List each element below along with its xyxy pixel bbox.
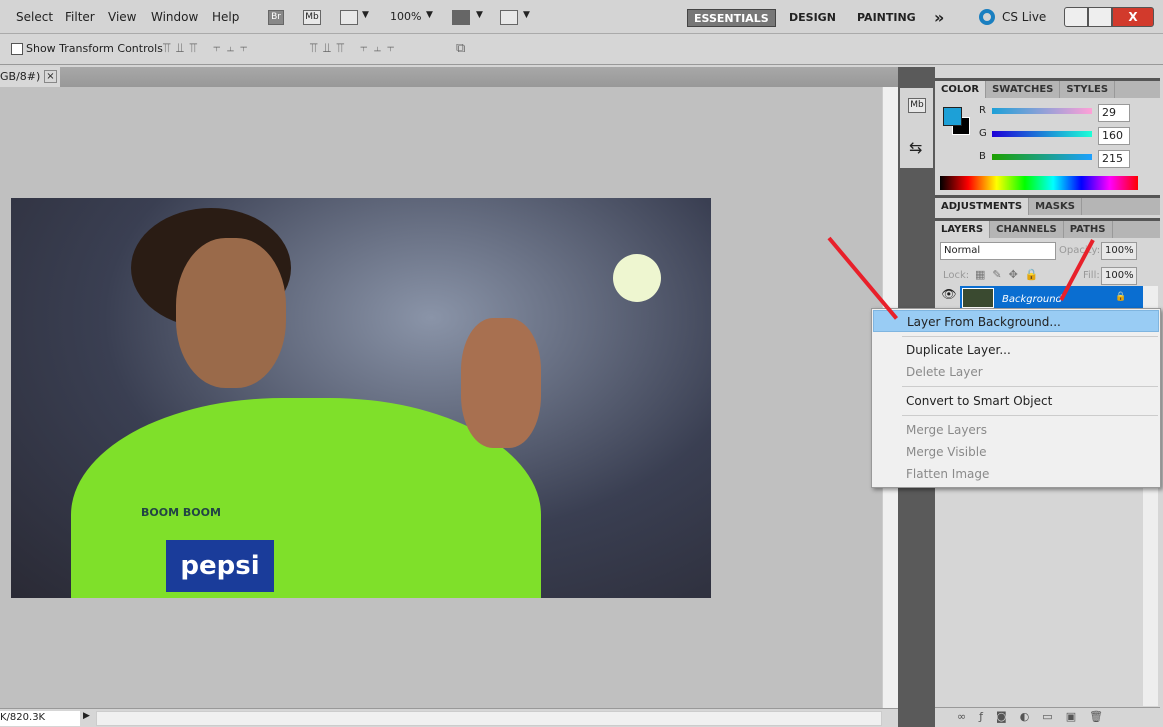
tab-color[interactable]: COLOR <box>935 81 987 98</box>
menu-view[interactable]: View <box>108 10 136 24</box>
r-slider[interactable] <box>992 108 1092 114</box>
context-menu: Layer From Background... Duplicate Layer… <box>871 308 1161 488</box>
menu-window[interactable]: Window <box>151 10 198 24</box>
chevron-down-icon[interactable]: ▼ <box>362 10 369 20</box>
foreground-color-swatch[interactable] <box>943 107 962 126</box>
b-field[interactable]: 215 <box>1098 150 1130 168</box>
tab-adjustments[interactable]: ADJUSTMENTS <box>935 198 1030 215</box>
auto-align-icon[interactable]: ⧉ <box>456 41 465 56</box>
menu-item-merge-layers[interactable]: Merge Layers <box>873 419 1159 441</box>
g-slider[interactable] <box>992 131 1092 137</box>
document-tab[interactable]: GB/8#) × <box>0 67 60 87</box>
menu-bar: Select Filter View Window Help Br Mb ▼ 1… <box>0 0 1163 34</box>
menu-select[interactable]: Select <box>16 10 53 24</box>
minimize-button[interactable] <box>1064 7 1088 27</box>
eye-icon[interactable]: 👁 <box>938 287 960 309</box>
g-label: G <box>979 128 987 139</box>
menu-item-merge-visible[interactable]: Merge Visible <box>873 441 1159 463</box>
divider <box>902 386 1158 387</box>
tab-masks[interactable]: MASKS <box>1029 198 1082 215</box>
status-menu-arrow-icon[interactable]: ▶ <box>83 711 90 721</box>
workspace-painting[interactable]: PAINTING <box>851 9 922 27</box>
color-ramp[interactable] <box>940 176 1138 190</box>
restore-button[interactable] <box>1088 7 1112 27</box>
tab-swatches[interactable]: SWATCHES <box>986 81 1061 98</box>
document-image: BOOM BOOM pepsi <box>11 198 711 598</box>
opacity-label: Opacity: <box>1059 245 1101 256</box>
blend-mode-select[interactable]: Normal <box>940 242 1056 260</box>
menu-item-flatten-image[interactable]: Flatten Image <box>873 463 1159 485</box>
workspace-design[interactable]: DESIGN <box>783 9 842 27</box>
status-bar: K/820.3K ▶ <box>0 708 898 727</box>
b-slider[interactable] <box>992 154 1092 160</box>
show-transform-checkbox[interactable] <box>11 43 23 55</box>
menu-item-delete-layer[interactable]: Delete Layer <box>873 361 1159 383</box>
layers-panel-tabs: LAYERS CHANNELS PATHS <box>935 218 1160 238</box>
r-field[interactable]: 29 <box>1098 104 1130 122</box>
menu-help[interactable]: Help <box>212 10 239 24</box>
document-tab-label: GB/8#) <box>0 70 41 83</box>
tab-styles[interactable]: STYLES <box>1060 81 1116 98</box>
screen-mode-icon[interactable] <box>500 10 518 25</box>
horizontal-scrollbar[interactable] <box>96 711 882 726</box>
show-transform-label: Show Transform Controls <box>26 42 163 55</box>
adjustments-panel-tabs: ADJUSTMENTS MASKS <box>935 195 1160 215</box>
g-field[interactable]: 160 <box>1098 127 1130 145</box>
bridge-icon[interactable]: Br <box>268 10 284 25</box>
minibridge-panel-icon[interactable]: Mb <box>908 98 926 113</box>
options-bar: Show Transform Controls ⫪⫫⫪ ⫟⫠⫟ ⫪⫫⫪ ⫟⫠⫟ … <box>0 35 1163 65</box>
shirt-logo: pepsi <box>166 540 274 592</box>
layer-row-background[interactable]: Background 🔒 <box>960 286 1143 308</box>
tab-paths[interactable]: PATHS <box>1064 221 1113 238</box>
color-panel-tabs: COLOR SWATCHES STYLES <box>935 78 1160 98</box>
lock-icons[interactable]: ▦✎✥🔒 <box>975 268 1046 281</box>
layers-footer-icons[interactable]: ∞ƒ◙◐▭▣🗑 <box>935 707 1160 727</box>
cs-live-menu[interactable]: CS Live <box>1002 10 1046 24</box>
lock-label: Lock: <box>943 270 970 281</box>
layer-name: Background <box>1002 294 1062 305</box>
close-button[interactable]: X <box>1112 7 1154 27</box>
lock-icon: 🔒 <box>1115 292 1127 302</box>
minibridge-icon[interactable]: Mb <box>303 10 321 25</box>
opacity-field[interactable]: 100% <box>1101 242 1137 260</box>
workspace-essentials[interactable]: ESSENTIALS <box>687 9 776 27</box>
menu-filter[interactable]: Filter <box>65 10 95 24</box>
tab-layers[interactable]: LAYERS <box>935 221 991 238</box>
doc-size[interactable]: K/820.3K <box>0 711 80 726</box>
b-label: B <box>979 151 986 162</box>
fill-field[interactable]: 100% <box>1101 267 1137 285</box>
r-label: R <box>979 105 986 116</box>
menu-item-duplicate-layer[interactable]: Duplicate Layer... <box>873 339 1159 361</box>
history-panel-icon[interactable]: ⇆ <box>909 138 922 157</box>
divider <box>902 415 1158 416</box>
document-tab-bar: GB/8#) × <box>0 67 898 87</box>
chevron-down-icon[interactable]: ▼ <box>476 10 483 20</box>
arrange-icon[interactable] <box>452 10 470 25</box>
menu-item-layer-from-background[interactable]: Layer From Background... <box>873 310 1159 332</box>
sponsor-text: BOOM BOOM <box>141 506 221 519</box>
close-tab-icon[interactable]: × <box>44 70 57 83</box>
more-workspaces-icon[interactable]: » <box>928 9 950 27</box>
menu-item-convert-smart-object[interactable]: Convert to Smart Object <box>873 390 1159 412</box>
layer-thumbnail <box>962 288 994 308</box>
zoom-level[interactable]: 100% <box>390 10 421 23</box>
tab-channels[interactable]: CHANNELS <box>990 221 1064 238</box>
cs-live-icon <box>979 9 995 25</box>
chevron-down-icon[interactable]: ▼ <box>523 10 530 20</box>
divider <box>902 336 1158 337</box>
view-extras-icon[interactable] <box>340 10 358 25</box>
distribute-icons[interactable]: ⫪⫫⫪ ⫟⫠⫟ <box>310 41 401 56</box>
dock-icons: Mb ⇆ <box>900 88 933 168</box>
align-icons[interactable]: ⫪⫫⫪ ⫟⫠⫟ <box>163 41 254 56</box>
fill-label: Fill: <box>1083 270 1100 281</box>
chevron-down-icon[interactable]: ▼ <box>426 10 433 20</box>
